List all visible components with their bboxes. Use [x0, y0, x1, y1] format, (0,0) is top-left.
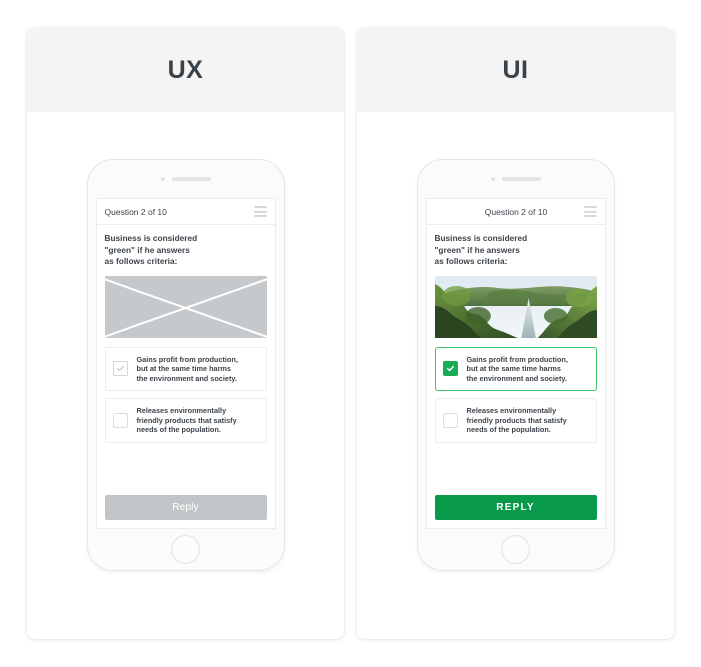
home-button-ui[interactable]: [501, 535, 530, 564]
home-button-ux[interactable]: [171, 535, 200, 564]
phone-mockup-ux: Question 2 of 10 Business is considered …: [86, 159, 285, 571]
option-line: friendly products that satisfy: [466, 415, 567, 425]
question-line: as follows criteria:: [434, 256, 508, 266]
hamburger-bar: [253, 215, 267, 217]
earpiece-speaker-icon: [171, 177, 211, 181]
hamburger-bar: [253, 210, 267, 213]
reply-area-ux: Reply: [104, 495, 267, 528]
panel-ux-header: UX: [27, 28, 344, 112]
phone-top-bezel-ux: [88, 160, 284, 198]
reply-button-ux[interactable]: Reply: [104, 495, 267, 520]
hamburger-bar: [253, 206, 267, 208]
option-line: needs of the population.: [136, 425, 221, 435]
panel-ui-header: UI: [357, 28, 674, 112]
question-line: as follows criteria:: [104, 256, 178, 266]
checkbox-checked-icon[interactable]: [112, 361, 128, 377]
phone-screen-ui: Question 2 of 10 Business is considered …: [425, 198, 606, 529]
option-label-2-ui: Releases environmentally friendly produc…: [467, 406, 567, 435]
phone-screen-ux: Question 2 of 10 Business is considered …: [95, 198, 276, 529]
reply-button-ui[interactable]: REPLY: [434, 495, 597, 520]
checkbox-unchecked-icon[interactable]: [112, 413, 128, 429]
option-line: Gains profit from production,: [466, 354, 568, 364]
option-line: needs of the population.: [466, 425, 551, 435]
reply-area-ui: REPLY: [434, 495, 597, 528]
hamburger-icon[interactable]: [583, 206, 597, 217]
option-card-1-ux[interactable]: Gains profit from production, but at the…: [104, 346, 267, 392]
option-line: Releases environmentally: [466, 406, 557, 416]
option-label-1-ui: Gains profit from production, but at the…: [467, 355, 568, 384]
panel-ux-body: Question 2 of 10 Business is considered …: [27, 112, 344, 639]
screen-content-ui: Business is considered "green" if he ans…: [427, 225, 605, 528]
question-line: "green" if he answers: [434, 244, 520, 255]
phone-bottom-bezel-ux: [88, 529, 284, 570]
phone-mockup-ui: Question 2 of 10 Business is considered …: [416, 159, 615, 571]
hamburger-icon[interactable]: [253, 206, 267, 217]
question-line: Business is considered: [104, 233, 198, 243]
question-counter-ux: Question 2 of 10: [104, 206, 167, 217]
question-line: "green" if he answers: [104, 244, 190, 255]
question-counter-ui: Question 2 of 10: [484, 206, 548, 217]
question-text-ux: Business is considered "green" if he ans…: [105, 233, 267, 268]
app-bar-ui: Question 2 of 10: [426, 199, 605, 225]
option-card-1-ui[interactable]: Gains profit from production, but at the…: [434, 346, 597, 392]
hamburger-bar: [583, 206, 597, 208]
nature-photo-ui: [434, 275, 597, 338]
front-camera-icon: [160, 177, 165, 181]
phone-top-bezel-ui: [418, 160, 614, 198]
question-line: Business is considered: [434, 233, 528, 243]
option-line: but at the same time harms: [136, 364, 231, 374]
panel-ux-title: UX: [167, 55, 204, 84]
option-line: but at the same time harms: [466, 364, 561, 374]
comparison-stage: UX Question 2 of 10 Business is consider…: [0, 0, 701, 667]
hamburger-bar: [583, 215, 597, 217]
app-bar-ux: Question 2 of 10: [96, 199, 275, 225]
image-placeholder-ux: [104, 275, 267, 338]
option-line: Releases environmentally: [136, 406, 227, 416]
panel-ui-body: Question 2 of 10 Business is considered …: [357, 112, 674, 639]
front-camera-icon: [490, 177, 495, 181]
earpiece-speaker-icon: [501, 177, 541, 181]
option-line: friendly products that satisfy: [136, 415, 237, 425]
option-label-1-ux: Gains profit from production, but at the…: [137, 355, 238, 384]
option-line: Gains profit from production,: [136, 354, 238, 364]
screen-content-ux: Business is considered "green" if he ans…: [97, 225, 275, 528]
checkbox-unchecked-icon[interactable]: [442, 413, 458, 429]
option-card-2-ui[interactable]: Releases environmentally friendly produc…: [434, 398, 597, 444]
question-text-ui: Business is considered "green" if he ans…: [435, 233, 597, 268]
option-line: the environment and society.: [466, 373, 567, 383]
checkbox-checked-icon[interactable]: [442, 361, 458, 377]
phone-bottom-bezel-ui: [418, 529, 614, 570]
option-label-2-ux: Releases environmentally friendly produc…: [137, 406, 237, 435]
option-card-2-ux[interactable]: Releases environmentally friendly produc…: [104, 398, 267, 444]
panel-ux: UX Question 2 of 10 Business is consider…: [27, 28, 344, 639]
option-line: the environment and society.: [136, 373, 237, 383]
panel-ui: UI Question 2 of 10 Business is consider…: [357, 28, 674, 639]
hamburger-bar: [583, 210, 597, 213]
panel-ui-title: UI: [502, 55, 529, 84]
